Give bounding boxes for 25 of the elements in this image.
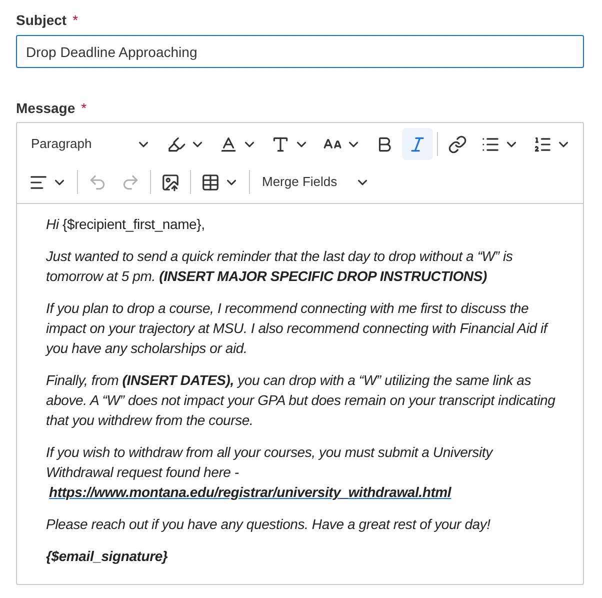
- required-mark: *: [81, 99, 87, 118]
- numbered-list-icon: [533, 134, 552, 154]
- redo-icon: [121, 172, 140, 192]
- required-mark: *: [72, 11, 78, 30]
- message-paragraph: If you plan to drop a course, I recommend connecting with me first to discuss the impact on your trajectory at MSU. I also recommend connecting with Financial Aid if you have any scholarships or aid.: [46, 299, 550, 358]
- withdrawal-link[interactable]: https://www.montana.edu/registrar/university_withdrawal.html: [49, 484, 452, 500]
- highlight-icon: [167, 134, 186, 154]
- message-paragraph: Just wanted to send a quick reminder that the last day to drop without a “W” is tomorrow at 5 pm. (INSERT MAJOR SPECIFIC DROP INSTRUCTIONS): [46, 247, 514, 286]
- italic-button[interactable]: [402, 128, 434, 160]
- message-label: Message: [16, 99, 76, 118]
- table-icon: [201, 172, 220, 192]
- subject-label: Subject: [16, 11, 67, 30]
- message-paragraph: Please reach out if you have any questions. Have a great rest of your day!: [46, 515, 492, 534]
- message-paragraph: {$email_signature}: [46, 547, 169, 566]
- message-paragraph: Finally, from (INSERT DATES), you can drop with a “W” utilizing the same link as above. A “W” does not impact your GPA but does remain on your transcript indicating that you withdrew from the course.: [46, 371, 556, 430]
- message-paragraph: Hi {$recipient_first_name},: [46, 215, 206, 234]
- font-color-icon: [219, 134, 238, 154]
- image-upload-icon: [161, 172, 180, 192]
- undo-icon: [88, 172, 107, 192]
- font-family-icon: [271, 134, 290, 154]
- link-icon: [448, 134, 467, 154]
- message-paragraph: If you wish to withdraw from all your courses, you must submit a University Withdrawal request found here - https://www.montana.edu/registrar/university_withdrawal.html: [46, 443, 494, 502]
- format-dropdown[interactable]: Merge Fields: [254, 166, 378, 198]
- subject-field[interactable]: Drop Deadline Approaching: [16, 35, 584, 68]
- format-dropdown[interactable]: Paragraph: [23, 128, 160, 160]
